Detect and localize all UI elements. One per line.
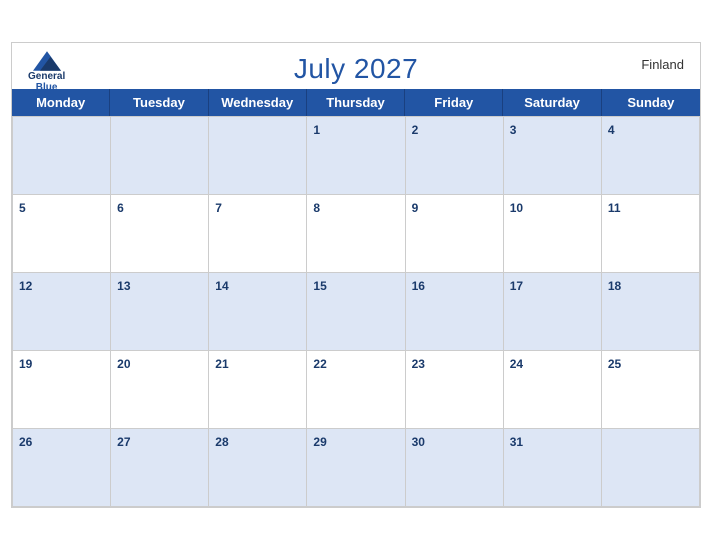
calendar-cell: 8 bbox=[307, 195, 405, 273]
calendar-cell: 22 bbox=[307, 351, 405, 429]
day-number: 4 bbox=[608, 123, 615, 137]
calendar-cell: 13 bbox=[111, 273, 209, 351]
calendar-cell: 4 bbox=[602, 117, 700, 195]
day-number: 31 bbox=[510, 435, 523, 449]
day-number: 19 bbox=[19, 357, 32, 371]
calendar-cell: 23 bbox=[406, 351, 504, 429]
day-number: 17 bbox=[510, 279, 523, 293]
day-number: 13 bbox=[117, 279, 130, 293]
day-number: 3 bbox=[510, 123, 517, 137]
calendar-cell: 31 bbox=[504, 429, 602, 507]
day-number: 2 bbox=[412, 123, 419, 137]
calendar-cell: 26 bbox=[13, 429, 111, 507]
calendar-cell: 1 bbox=[307, 117, 405, 195]
calendar-cell: 10 bbox=[504, 195, 602, 273]
calendar-cell bbox=[602, 429, 700, 507]
day-number: 16 bbox=[412, 279, 425, 293]
day-header-saturday: Saturday bbox=[503, 89, 601, 116]
calendar-cell: 25 bbox=[602, 351, 700, 429]
calendar-cell: 14 bbox=[209, 273, 307, 351]
logo: General Blue bbox=[28, 51, 65, 93]
day-number: 22 bbox=[313, 357, 326, 371]
calendar-cell: 18 bbox=[602, 273, 700, 351]
calendar-cell: 2 bbox=[406, 117, 504, 195]
calendar-cell: 15 bbox=[307, 273, 405, 351]
day-header-wednesday: Wednesday bbox=[209, 89, 307, 116]
day-number: 12 bbox=[19, 279, 32, 293]
calendar-cell: 6 bbox=[111, 195, 209, 273]
logo-icon bbox=[33, 51, 61, 71]
calendar-cell: 27 bbox=[111, 429, 209, 507]
calendar-cell: 5 bbox=[13, 195, 111, 273]
calendar-cell: 24 bbox=[504, 351, 602, 429]
day-header-thursday: Thursday bbox=[307, 89, 405, 116]
day-number: 29 bbox=[313, 435, 326, 449]
day-number: 27 bbox=[117, 435, 130, 449]
days-header: MondayTuesdayWednesdayThursdayFridaySatu… bbox=[12, 89, 700, 116]
calendar: General Blue July 2027 Finland MondayTue… bbox=[11, 42, 701, 508]
calendar-cell: 20 bbox=[111, 351, 209, 429]
day-number: 18 bbox=[608, 279, 621, 293]
calendar-cell: 17 bbox=[504, 273, 602, 351]
day-number: 5 bbox=[19, 201, 26, 215]
day-number: 30 bbox=[412, 435, 425, 449]
day-number: 25 bbox=[608, 357, 621, 371]
logo-general-text: General bbox=[28, 71, 65, 82]
calendar-cell: 21 bbox=[209, 351, 307, 429]
day-number: 20 bbox=[117, 357, 130, 371]
logo-blue-text: Blue bbox=[36, 82, 58, 93]
calendar-header: General Blue July 2027 Finland bbox=[12, 43, 700, 89]
day-header-monday: Monday bbox=[12, 89, 110, 116]
day-header-sunday: Sunday bbox=[602, 89, 700, 116]
calendar-cell: 3 bbox=[504, 117, 602, 195]
calendar-cell: 19 bbox=[13, 351, 111, 429]
calendar-cell: 30 bbox=[406, 429, 504, 507]
calendar-cell bbox=[111, 117, 209, 195]
calendar-cell: 29 bbox=[307, 429, 405, 507]
day-number: 6 bbox=[117, 201, 124, 215]
day-number: 24 bbox=[510, 357, 523, 371]
day-header-tuesday: Tuesday bbox=[110, 89, 208, 116]
calendar-cell bbox=[209, 117, 307, 195]
day-number: 15 bbox=[313, 279, 326, 293]
calendar-cell: 9 bbox=[406, 195, 504, 273]
day-number: 8 bbox=[313, 201, 320, 215]
calendar-cell: 28 bbox=[209, 429, 307, 507]
day-number: 11 bbox=[608, 201, 621, 215]
day-number: 14 bbox=[215, 279, 228, 293]
calendar-title: July 2027 bbox=[294, 53, 418, 85]
day-number: 26 bbox=[19, 435, 32, 449]
day-number: 23 bbox=[412, 357, 425, 371]
day-number: 21 bbox=[215, 357, 228, 371]
calendar-cell: 11 bbox=[602, 195, 700, 273]
calendar-grid: 1234567891011121314151617181920212223242… bbox=[12, 116, 700, 507]
calendar-cell: 7 bbox=[209, 195, 307, 273]
calendar-cell bbox=[13, 117, 111, 195]
day-number: 1 bbox=[313, 123, 320, 137]
day-number: 10 bbox=[510, 201, 523, 215]
day-number: 28 bbox=[215, 435, 228, 449]
calendar-cell: 16 bbox=[406, 273, 504, 351]
day-header-friday: Friday bbox=[405, 89, 503, 116]
day-number: 7 bbox=[215, 201, 222, 215]
calendar-cell: 12 bbox=[13, 273, 111, 351]
country-label: Finland bbox=[641, 57, 684, 72]
day-number: 9 bbox=[412, 201, 419, 215]
